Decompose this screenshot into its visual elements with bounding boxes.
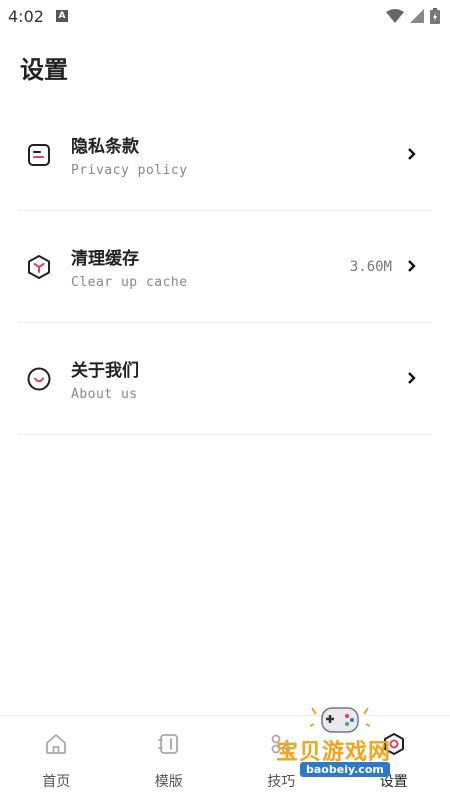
- tab-label: 模版: [154, 774, 183, 790]
- row-subtitle: Clear up cache: [71, 275, 188, 290]
- cache-size: 3.60M: [349, 259, 392, 275]
- smile-icon: [27, 367, 51, 391]
- status-time: 4:02: [8, 6, 44, 26]
- row-title: 隐私条款: [71, 137, 139, 157]
- signal-icon: [410, 9, 424, 23]
- a-box-icon: A: [55, 10, 68, 22]
- cube-icon: [28, 255, 50, 279]
- home-icon: [46, 734, 67, 754]
- privacy-policy-row[interactable]: 隐私条款 Privacy policy: [18, 99, 432, 211]
- battery-icon: [430, 8, 440, 24]
- chevron-right-icon: [408, 372, 416, 384]
- chevron-right-icon: [408, 260, 416, 272]
- tab-home[interactable]: 首页: [0, 716, 113, 800]
- settings-list: 隐私条款 Privacy policy 清理缓存 Clear up cache …: [18, 99, 432, 435]
- watermark-url: baobeiy.com: [300, 762, 390, 777]
- chevron-right-icon: [408, 148, 416, 160]
- wifi-icon: [386, 9, 404, 23]
- about-us-row[interactable]: 关于我们 About us: [18, 323, 432, 435]
- watermark: 宝贝游戏网 baobeiy.com: [270, 704, 420, 782]
- status-bar: 4:02 A: [0, 0, 450, 32]
- document-icon: [28, 144, 50, 166]
- row-title: 清理缓存: [71, 249, 139, 269]
- tab-templates[interactable]: 模版: [113, 716, 226, 800]
- gamepad-icon: [310, 707, 370, 733]
- row-subtitle: About us: [71, 387, 138, 402]
- row-title: 关于我们: [71, 361, 139, 381]
- clear-cache-row[interactable]: 清理缓存 Clear up cache 3.60M: [18, 211, 432, 323]
- template-icon: [157, 734, 178, 754]
- row-subtitle: Privacy policy: [71, 163, 188, 178]
- tab-label: 首页: [42, 774, 71, 790]
- page-title: 设置: [20, 56, 68, 84]
